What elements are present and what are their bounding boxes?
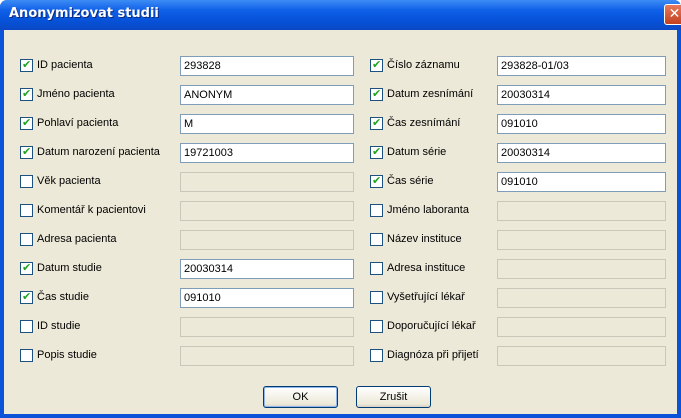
- left-checkbox-komentar-k-pacientovi[interactable]: [20, 204, 33, 217]
- left-checkbox-cas-studie[interactable]: ✔: [20, 290, 33, 304]
- right-checkbox-adresa-instituce[interactable]: [370, 262, 383, 275]
- checkmark-icon: ✔: [22, 145, 32, 158]
- left-field-cas-studie[interactable]: 091010: [180, 288, 354, 308]
- checkmark-icon: ✔: [22, 290, 32, 303]
- left-checkbox-id-studie[interactable]: [20, 320, 33, 333]
- right-checkbox-vysetrujici-lekar[interactable]: [370, 291, 383, 304]
- left-field-datum-narozeni-pacienta[interactable]: 19721003: [180, 143, 354, 163]
- right-checkbox-cas-zesnimani[interactable]: ✔: [370, 116, 383, 130]
- left-field-id-studie[interactable]: [180, 317, 354, 337]
- cancel-button[interactable]: Zrušit: [356, 386, 431, 408]
- right-checkbox-diagnoza-pri-prijeti[interactable]: [370, 349, 383, 362]
- left-label-id-pacienta: ID pacienta: [37, 59, 93, 71]
- left-field-pohlavi-pacienta[interactable]: M: [180, 114, 354, 134]
- right-field-cislo-zaznamu[interactable]: 293828-01/03: [497, 56, 666, 76]
- checkmark-icon: ✔: [22, 261, 32, 274]
- right-checkbox-nazev-instituce[interactable]: [370, 233, 383, 246]
- dialog-body: ✔ ID pacienta 293828 ✔ Jméno pacienta ANONYM ✔…: [4, 30, 677, 414]
- left-field-popis-studie[interactable]: [180, 346, 354, 366]
- left-label-cas-studie: Čas studie: [37, 291, 89, 303]
- left-checkbox-id-pacienta[interactable]: ✔: [20, 58, 33, 72]
- left-label-pohlavi-pacienta: Pohlaví pacienta: [37, 117, 119, 129]
- left-field-vek-pacienta[interactable]: [180, 172, 354, 192]
- right-label-cas-zesnimani: Čas zesnímání: [387, 117, 461, 129]
- left-checkbox-datum-studie[interactable]: ✔: [20, 261, 33, 275]
- left-checkbox-pohlavi-pacienta[interactable]: ✔: [20, 116, 33, 130]
- close-icon[interactable]: ✕: [664, 4, 681, 25]
- left-field-id-pacienta[interactable]: 293828: [180, 56, 354, 76]
- right-label-datum-serie: Datum série: [387, 146, 447, 158]
- ok-button[interactable]: OK: [263, 386, 338, 408]
- left-field-komentar-k-pacientovi[interactable]: [180, 201, 354, 221]
- right-field-cas-serie[interactable]: 091010: [497, 172, 666, 192]
- right-label-diagnoza-pri-prijeti: Diagnóza při přijetí: [387, 349, 479, 361]
- right-field-vysetrujici-lekar[interactable]: [497, 288, 666, 308]
- left-label-komentar-k-pacientovi: Komentář k pacientovi: [37, 204, 146, 216]
- checkmark-icon: ✔: [372, 145, 382, 158]
- right-field-cas-zesnimani[interactable]: 091010: [497, 114, 666, 134]
- left-checkbox-jmeno-pacienta[interactable]: ✔: [20, 87, 33, 101]
- right-label-jmeno-laboranta: Jméno laboranta: [387, 204, 469, 216]
- right-field-datum-zesnimani[interactable]: 20030314: [497, 85, 666, 105]
- title-bar[interactable]: Anonymizovat studii ✕: [0, 0, 681, 30]
- left-field-jmeno-pacienta[interactable]: ANONYM: [180, 85, 354, 105]
- left-label-popis-studie: Popis studie: [37, 349, 97, 361]
- right-field-nazev-instituce[interactable]: [497, 230, 666, 250]
- dialog-window: Anonymizovat studii ✕ ✔ ID pacienta 293828…: [0, 0, 681, 418]
- right-label-vysetrujici-lekar: Vyšetřující lékař: [387, 291, 465, 303]
- left-checkbox-datum-narozeni-pacienta[interactable]: ✔: [20, 145, 33, 159]
- right-field-diagnoza-pri-prijeti[interactable]: [497, 346, 666, 366]
- left-label-adresa-pacienta: Adresa pacienta: [37, 233, 117, 245]
- left-label-datum-narozeni-pacienta: Datum narození pacienta: [37, 146, 160, 158]
- checkmark-icon: ✔: [22, 116, 32, 129]
- left-field-adresa-pacienta[interactable]: [180, 230, 354, 250]
- left-label-jmeno-pacienta: Jméno pacienta: [37, 88, 115, 100]
- dialog-title: Anonymizovat studii: [9, 6, 159, 21]
- right-checkbox-cas-serie[interactable]: ✔: [370, 174, 383, 188]
- right-label-adresa-instituce: Adresa instituce: [387, 262, 466, 274]
- left-label-id-studie: ID studie: [37, 320, 81, 332]
- right-checkbox-datum-serie[interactable]: ✔: [370, 145, 383, 159]
- right-field-jmeno-laboranta[interactable]: [497, 201, 666, 221]
- left-label-datum-studie: Datum studie: [37, 262, 102, 274]
- right-label-cislo-zaznamu: Číslo záznamu: [387, 59, 460, 71]
- right-label-nazev-instituce: Název instituce: [387, 233, 462, 245]
- right-checkbox-cislo-zaznamu[interactable]: ✔: [370, 58, 383, 72]
- right-checkbox-doporucujici-lekar[interactable]: [370, 320, 383, 333]
- left-checkbox-popis-studie[interactable]: [20, 349, 33, 362]
- right-field-adresa-instituce[interactable]: [497, 259, 666, 279]
- right-field-doporucujici-lekar[interactable]: [497, 317, 666, 337]
- left-checkbox-adresa-pacienta[interactable]: [20, 233, 33, 246]
- left-label-vek-pacienta: Věk pacienta: [37, 175, 101, 187]
- right-label-datum-zesnimani: Datum zesnímání: [387, 88, 474, 100]
- right-checkbox-jmeno-laboranta[interactable]: [370, 204, 383, 217]
- left-field-datum-studie[interactable]: 20030314: [180, 259, 354, 279]
- checkmark-icon: ✔: [22, 87, 32, 100]
- checkmark-icon: ✔: [22, 58, 32, 71]
- checkmark-icon: ✔: [372, 116, 382, 129]
- checkmark-icon: ✔: [372, 58, 382, 71]
- right-field-datum-serie[interactable]: 20030314: [497, 143, 666, 163]
- checkmark-icon: ✔: [372, 174, 382, 187]
- checkmark-icon: ✔: [372, 87, 382, 100]
- right-label-cas-serie: Čas série: [387, 175, 434, 187]
- right-label-doporucujici-lekar: Doporučující lékař: [387, 320, 476, 332]
- left-checkbox-vek-pacienta[interactable]: [20, 175, 33, 188]
- right-checkbox-datum-zesnimani[interactable]: ✔: [370, 87, 383, 101]
